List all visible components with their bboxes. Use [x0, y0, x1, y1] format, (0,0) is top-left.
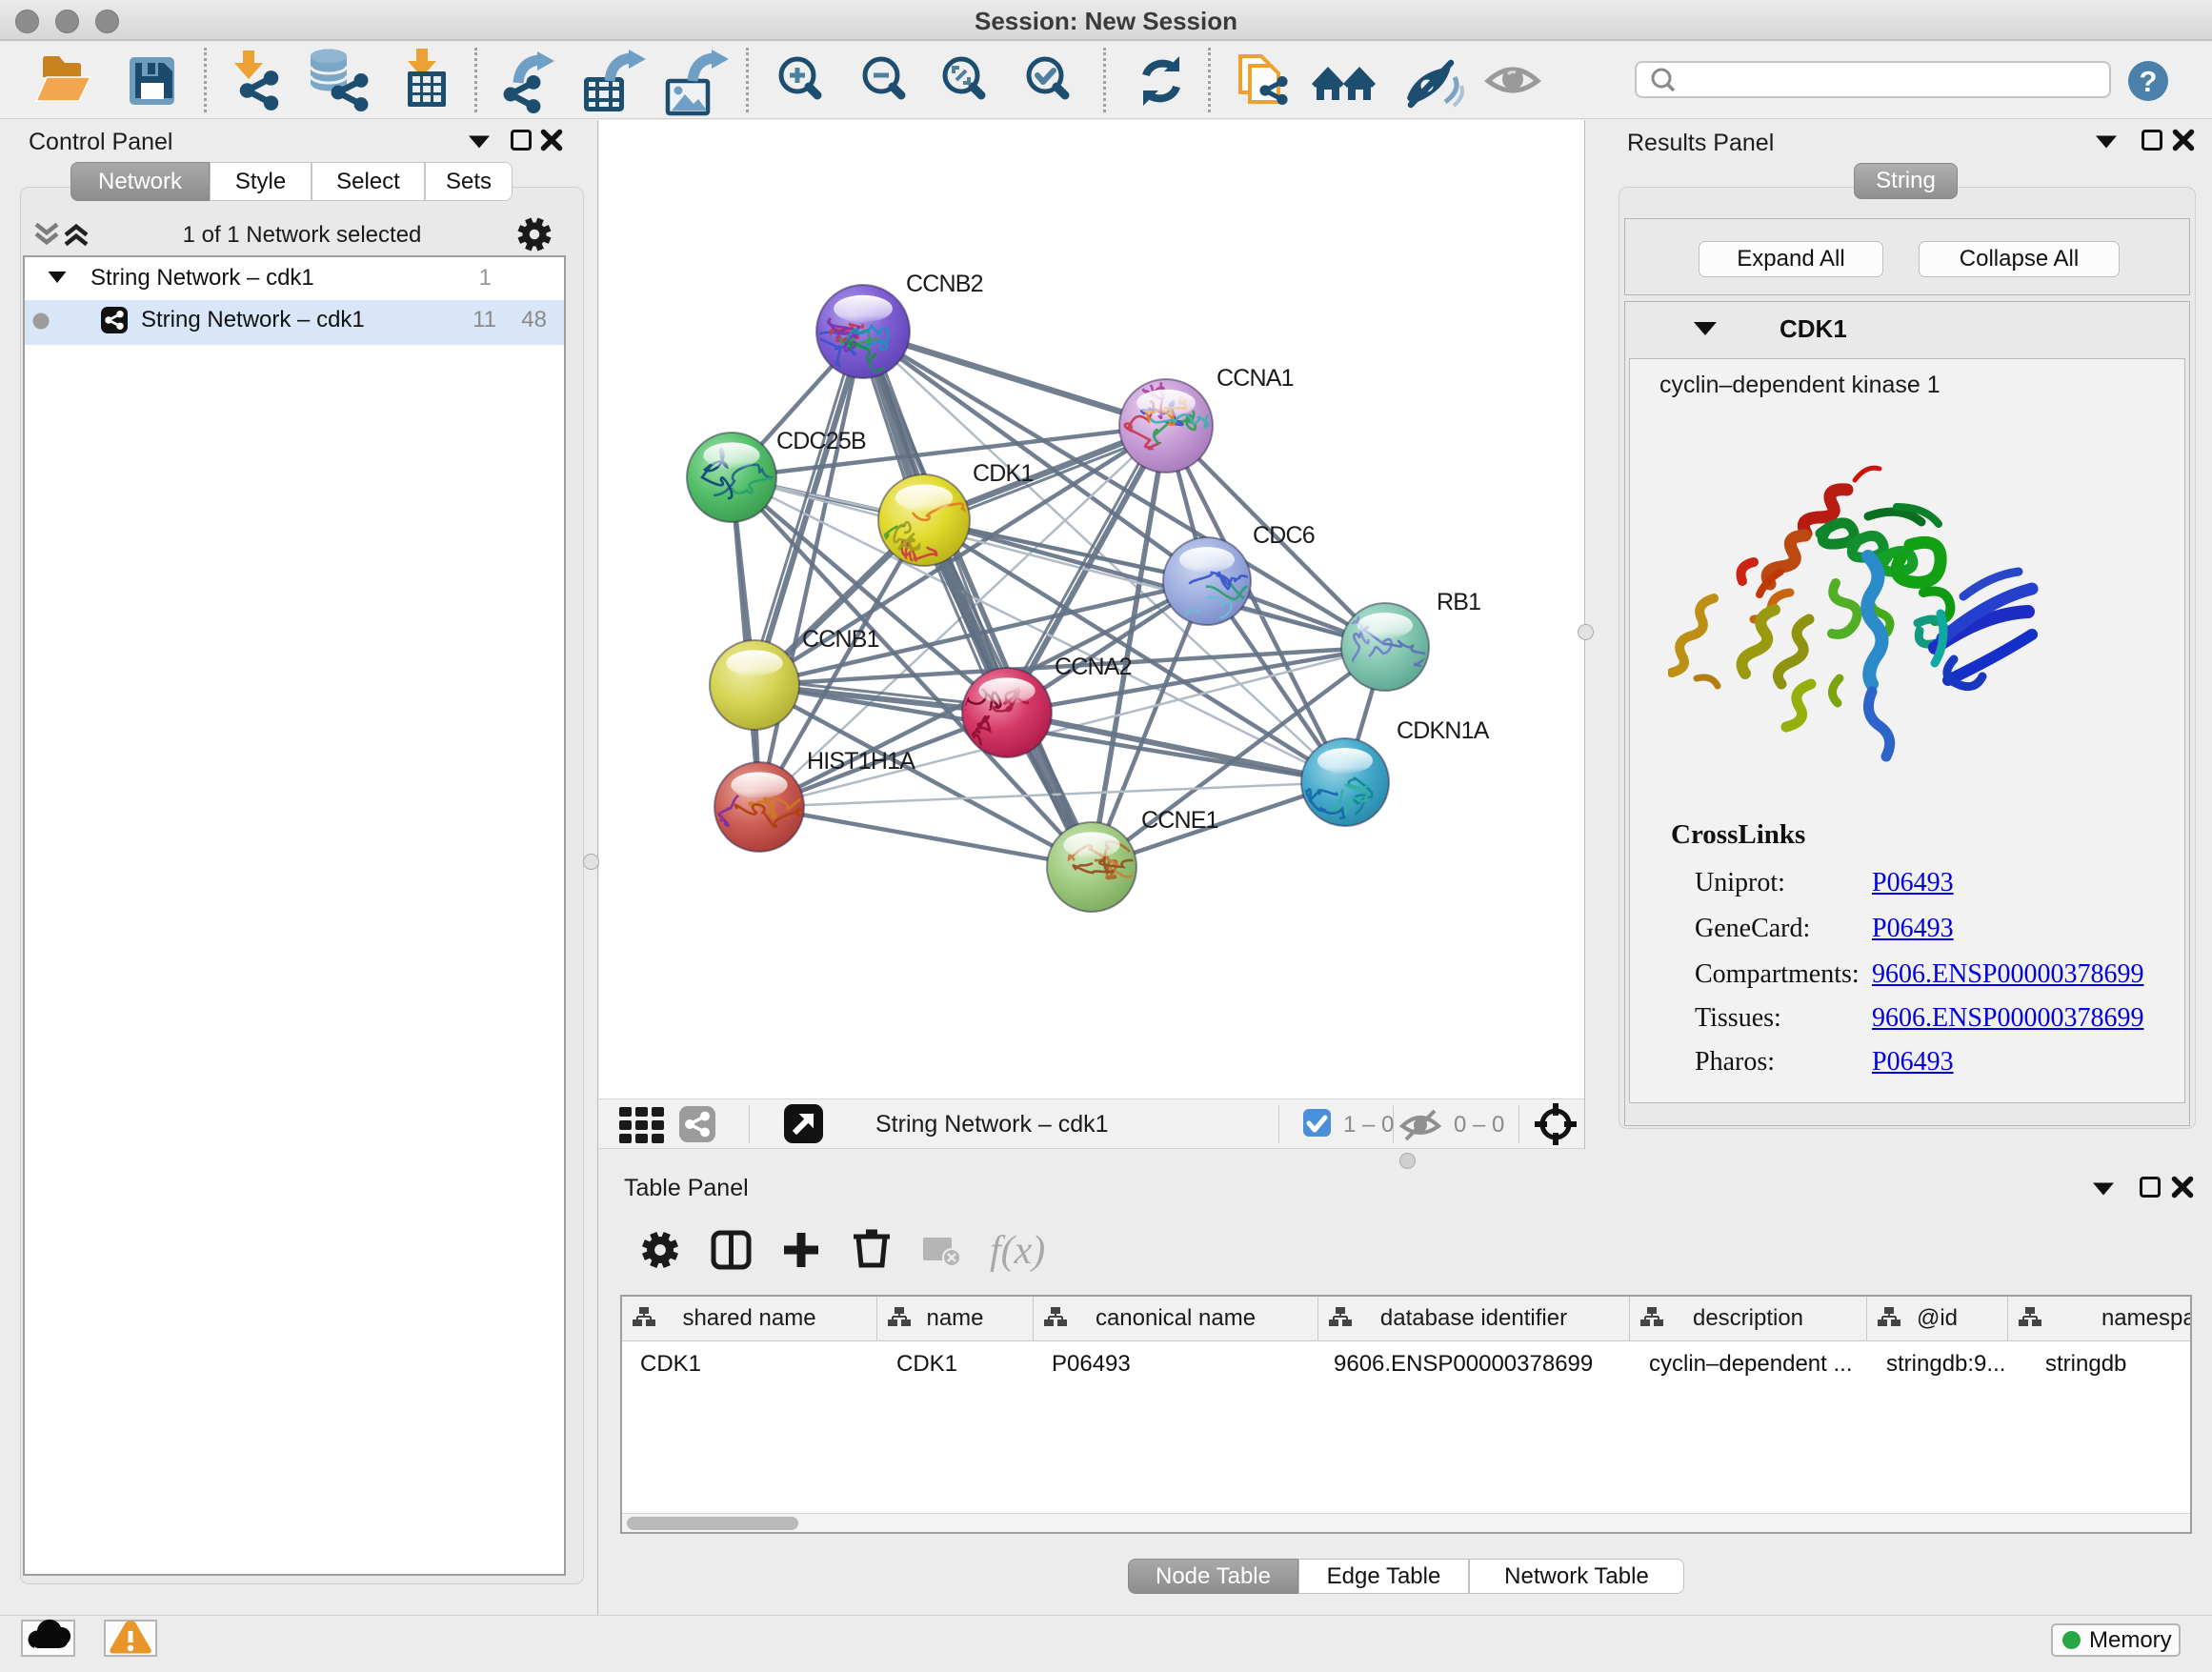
- svg-text:RB1: RB1: [1437, 589, 1480, 615]
- svg-text:HIST1H1A: HIST1H1A: [807, 748, 915, 775]
- svg-text:CCNA1: CCNA1: [1217, 365, 1294, 392]
- svg-text:CDC6: CDC6: [1253, 522, 1315, 549]
- svg-text:?: ?: [2140, 65, 2158, 98]
- svg-text:f(x): f(x): [990, 1229, 1045, 1273]
- svg-text:CDKN1A: CDKN1A: [1397, 717, 1490, 744]
- svg-text:CCNA2: CCNA2: [1055, 654, 1132, 680]
- svg-text:CCNB1: CCNB1: [802, 626, 879, 653]
- svg-text:CDC25B: CDC25B: [776, 428, 866, 454]
- svg-text:CCNB2: CCNB2: [906, 271, 983, 297]
- svg-text:CDK1: CDK1: [973, 460, 1034, 487]
- svg-text:CCNE1: CCNE1: [1141, 807, 1218, 834]
